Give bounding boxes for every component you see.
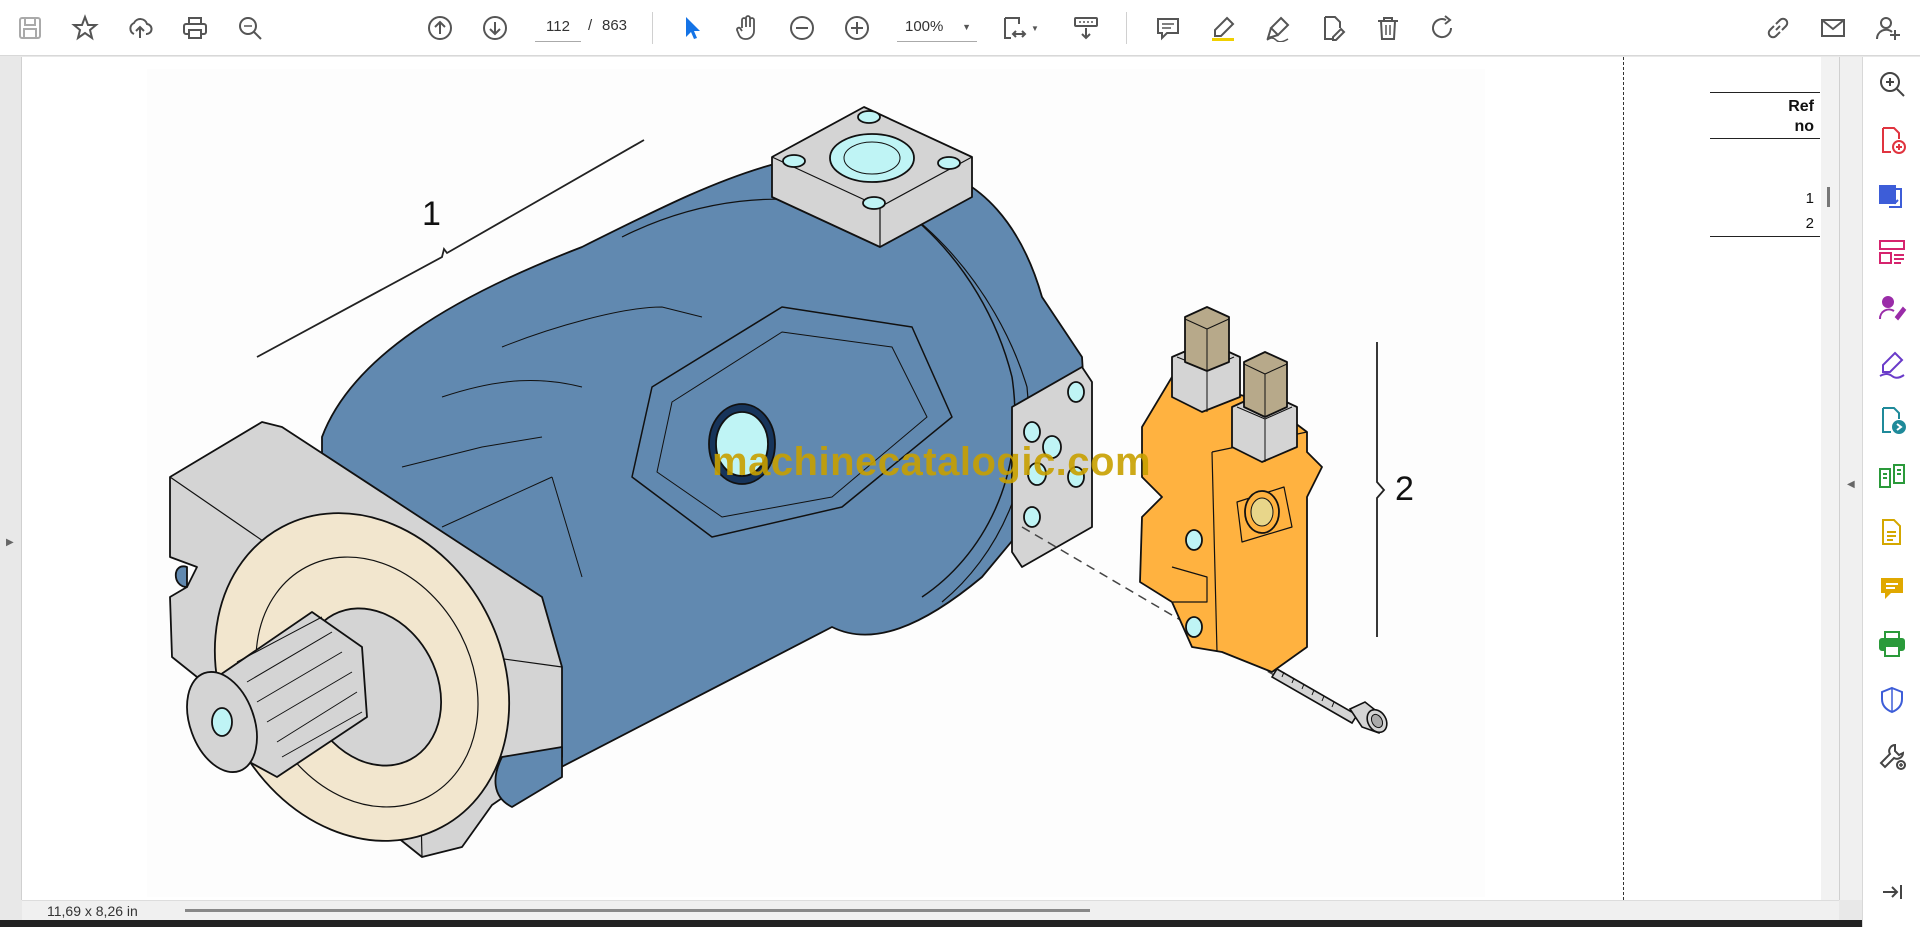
page-fold-dashed-line	[1623, 57, 1624, 900]
comment-panel-icon[interactable]	[1875, 571, 1909, 605]
share-link-icon[interactable]	[1758, 8, 1798, 48]
edit-document-icon[interactable]	[1313, 8, 1353, 48]
zoom-out-icon[interactable]	[782, 8, 822, 48]
toolbar-divider	[652, 12, 653, 44]
window-bottom-edge	[0, 920, 1862, 927]
create-pdf-icon[interactable]	[1875, 123, 1909, 157]
send-for-review-icon[interactable]	[1875, 403, 1909, 437]
organize-pages-icon[interactable]	[1875, 235, 1909, 269]
page-number-input[interactable]	[535, 12, 581, 42]
fit-page-icon[interactable]: ▼	[1000, 8, 1040, 48]
sign-pen-icon[interactable]	[1258, 8, 1298, 48]
document-page: 1 2 machinecatalogic.com Ref no 1 2	[22, 57, 1822, 900]
protect-icon[interactable]	[1875, 683, 1909, 717]
more-tools-icon[interactable]	[1875, 739, 1909, 773]
ref-header-line1: Ref	[1788, 98, 1814, 115]
callout-label-1: 1	[422, 195, 441, 233]
page-size-label: 11,69 x 8,26 in	[47, 903, 138, 919]
search-icon[interactable]	[230, 8, 270, 48]
print-production-icon[interactable]	[1875, 627, 1909, 661]
expand-left-panel-icon[interactable]: ▶	[6, 537, 14, 548]
zoom-level-value: 100%	[905, 18, 944, 35]
next-page-icon[interactable]	[475, 8, 515, 48]
toolbar-divider	[1126, 12, 1127, 44]
horizontal-scrollbar-thumb[interactable]	[185, 909, 1090, 912]
zoom-in-icon[interactable]	[837, 8, 877, 48]
chevron-down-icon: ▼	[962, 21, 971, 32]
request-signature-icon[interactable]	[1875, 291, 1909, 325]
save-icon[interactable]	[10, 8, 50, 48]
hand-tool-icon[interactable]	[727, 8, 767, 48]
fill-sign-icon[interactable]	[1875, 347, 1909, 381]
table-row: 2	[1805, 215, 1814, 232]
compare-files-icon[interactable]	[1875, 459, 1909, 493]
status-bar: 11,69 x 8,26 in	[22, 900, 1839, 920]
star-icon[interactable]	[65, 8, 105, 48]
callout-label-2: 2	[1395, 470, 1414, 508]
export-pdf-icon[interactable]	[1875, 179, 1909, 213]
watermark-text: machinecatalogic.com	[712, 440, 1152, 484]
email-icon[interactable]	[1813, 8, 1853, 48]
pdf-viewer-app: / 863 100% ▼ ▼	[0, 0, 1920, 927]
prev-page-icon[interactable]	[420, 8, 460, 48]
zoom-search-icon[interactable]	[1875, 67, 1909, 101]
right-panel-toggle: ◀	[1839, 57, 1862, 900]
table-row: 1	[1805, 190, 1814, 207]
ref-header-line2: no	[1794, 118, 1814, 135]
top-toolbar: / 863 100% ▼ ▼	[0, 0, 1920, 56]
upload-cloud-icon[interactable]	[120, 8, 160, 48]
scroll-mode-icon[interactable]	[1066, 8, 1106, 48]
collapse-panel-icon[interactable]	[1875, 875, 1909, 909]
tools-sidebar	[1862, 57, 1920, 927]
page-total-count: 863	[602, 17, 628, 34]
reference-table: Ref no 1 2	[1710, 92, 1820, 237]
stamp-icon[interactable]	[1875, 515, 1909, 549]
collapse-right-panel-icon[interactable]: ◀	[1847, 479, 1855, 490]
select-cursor-icon[interactable]	[672, 8, 712, 48]
left-panel-collapsed: ▶	[0, 57, 22, 900]
vertical-scrollbar[interactable]	[1821, 57, 1839, 900]
scrollbar-thumb[interactable]	[1827, 187, 1830, 207]
reference-table-body: 1 2	[1710, 139, 1820, 237]
page-separator: /	[588, 17, 593, 34]
comment-icon[interactable]	[1148, 8, 1188, 48]
print-icon[interactable]	[175, 8, 215, 48]
reference-table-header: Ref no	[1710, 92, 1820, 139]
zoom-level-dropdown[interactable]: 100% ▼	[897, 12, 977, 42]
highlight-icon[interactable]	[1203, 8, 1243, 48]
rotate-icon[interactable]	[1423, 8, 1463, 48]
user-account-icon[interactable]	[1868, 8, 1908, 48]
delete-icon[interactable]	[1368, 8, 1408, 48]
